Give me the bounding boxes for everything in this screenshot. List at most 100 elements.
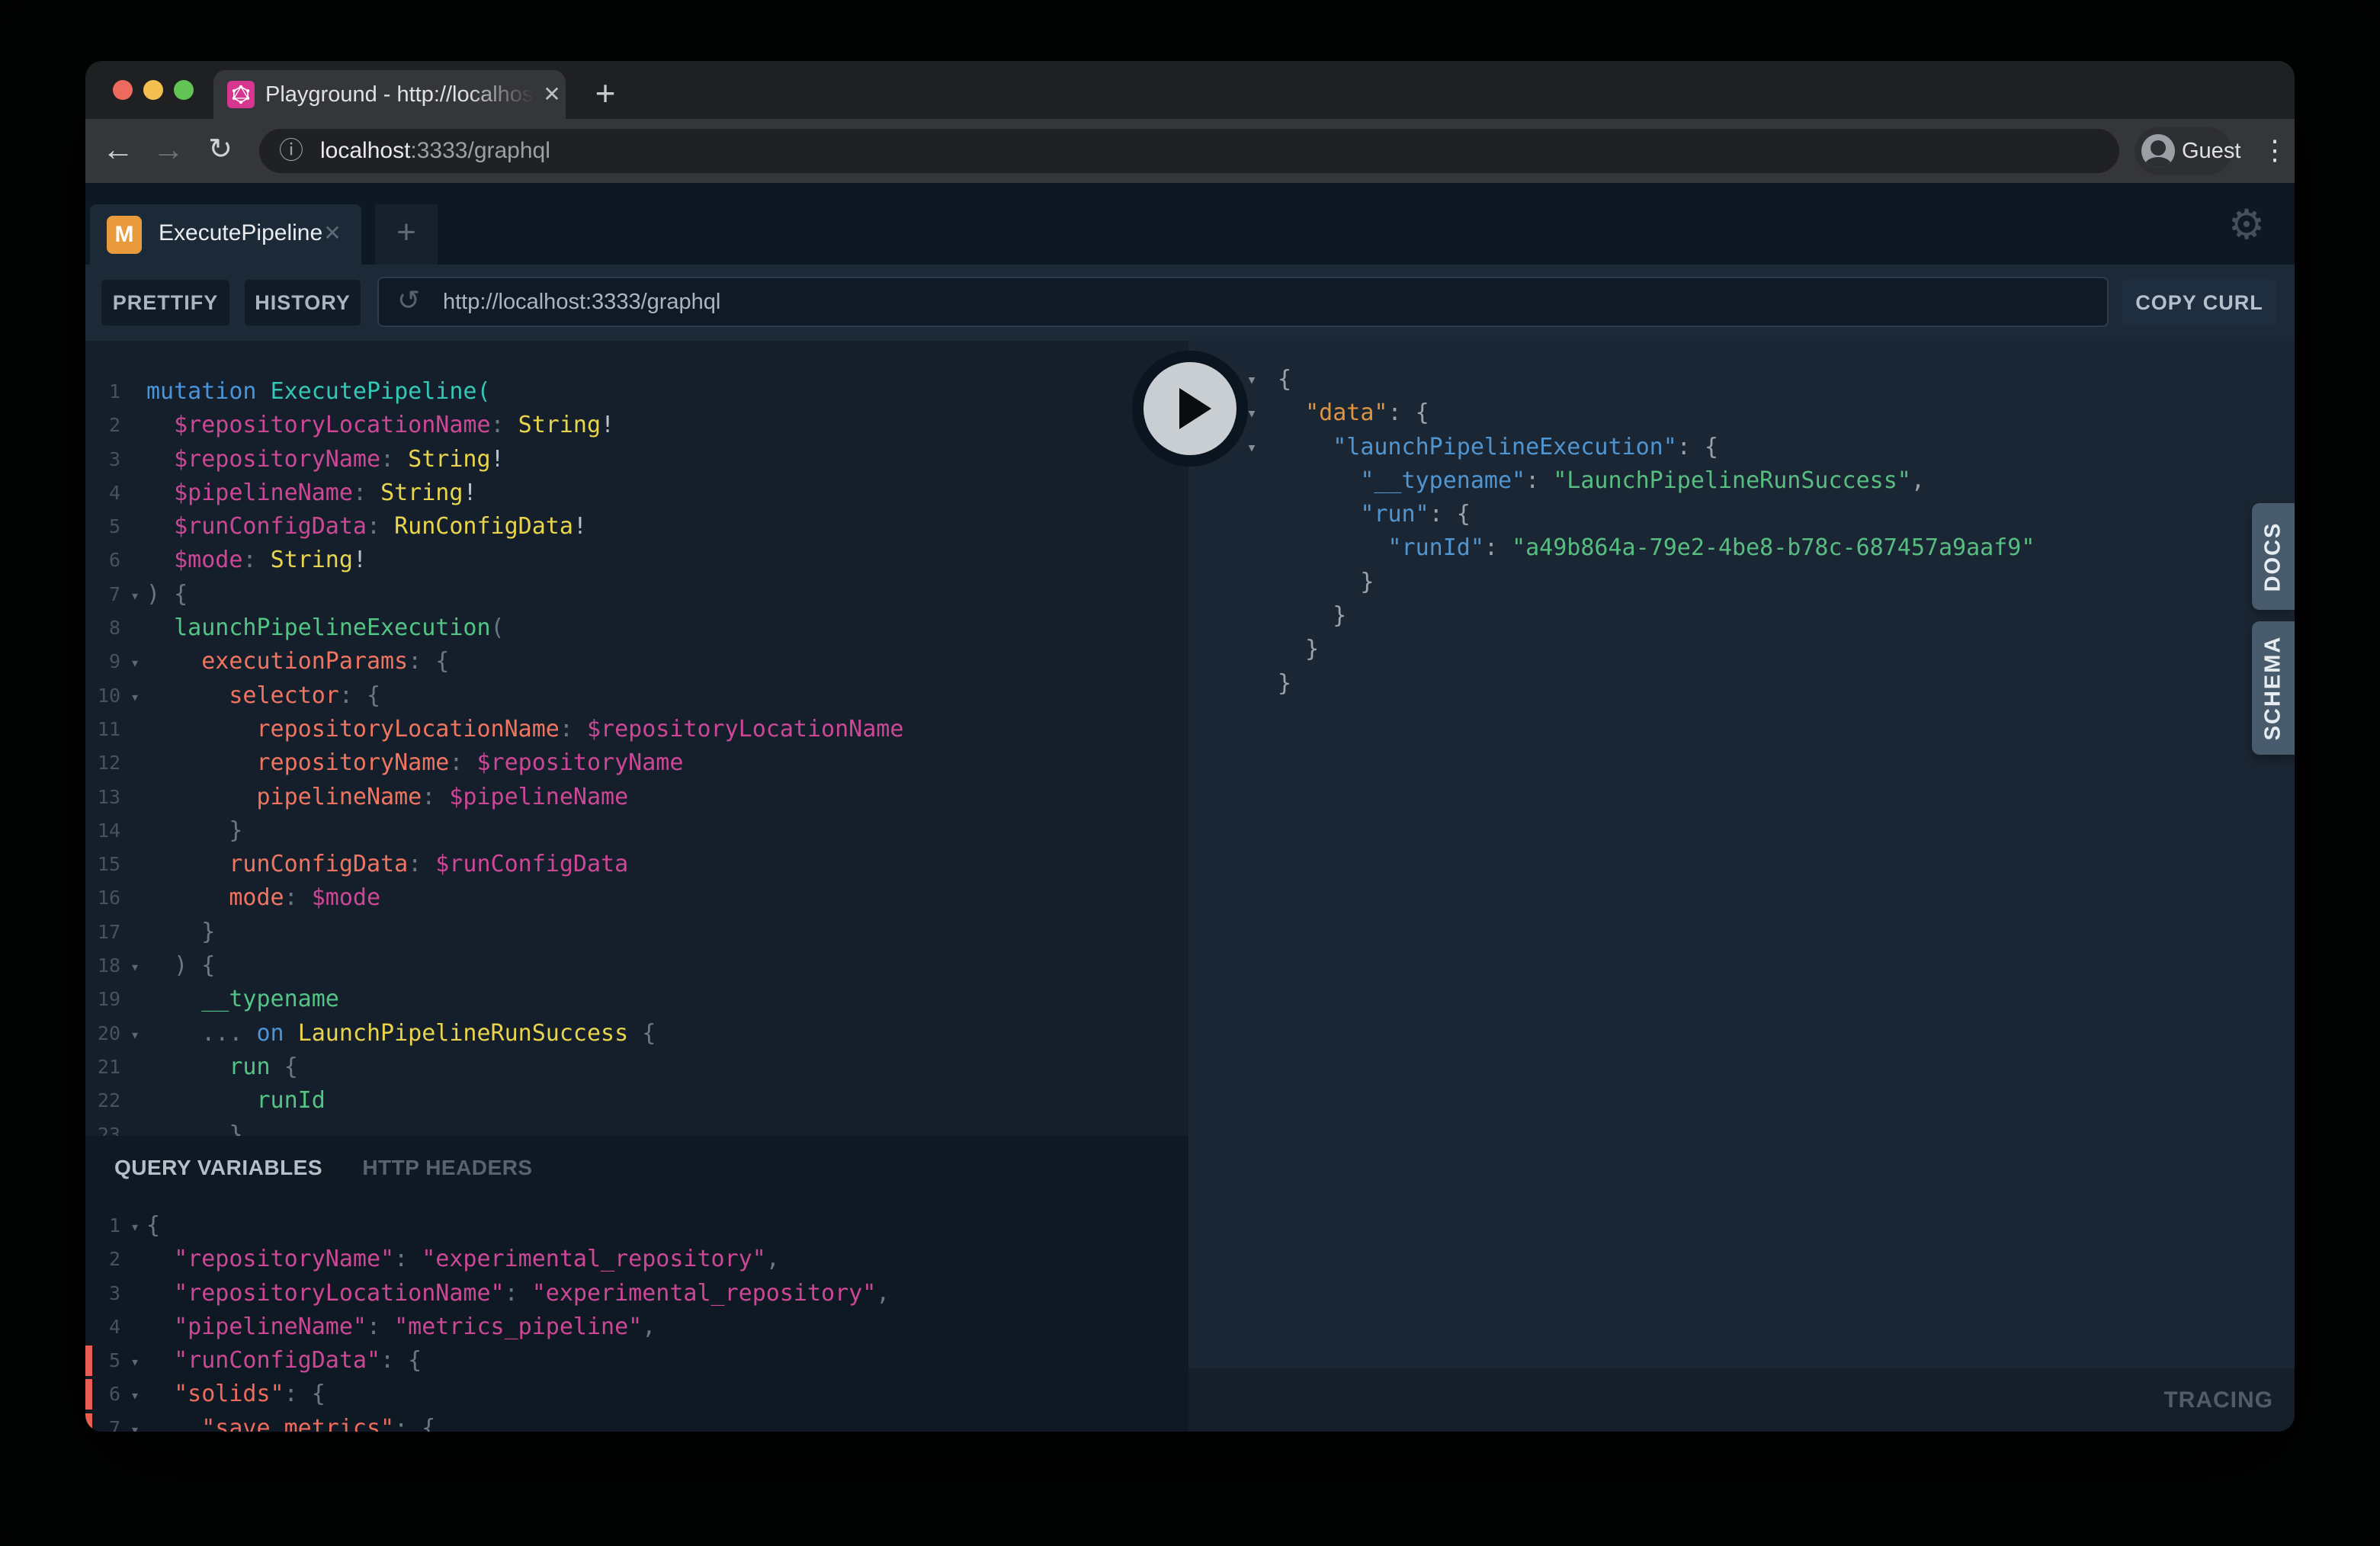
- endpoint-input[interactable]: ↺ http://localhost:3333/graphql: [377, 277, 2109, 327]
- line-number: 12: [85, 746, 120, 780]
- code-token: : {: [1429, 501, 1471, 528]
- fold-arrow-icon[interactable]: ▾: [125, 1210, 145, 1243]
- code-token: {: [146, 1212, 160, 1239]
- code-line: 18▾ ) {: [85, 949, 1188, 983]
- fold-arrow-icon[interactable]: ▾: [125, 579, 145, 612]
- line-number: 6: [85, 544, 120, 577]
- browser-menu-icon[interactable]: ⋮: [2255, 119, 2295, 183]
- code-token: String: [408, 446, 490, 473]
- tab-close-icon[interactable]: ✕: [538, 70, 566, 119]
- code-token: : {: [1677, 434, 1718, 460]
- schema-label: SCHEMA: [2261, 636, 2286, 741]
- code-token: "repositoryLocationName": [146, 1280, 505, 1307]
- code-token: "runConfigData": [146, 1347, 380, 1374]
- query-editor[interactable]: 1mutation ExecutePipeline(2 $repositoryL…: [85, 341, 1188, 1136]
- line-number: 21: [85, 1050, 120, 1084]
- response-line: }: [1188, 633, 2295, 666]
- settings-gear-icon[interactable]: ⚙: [2220, 197, 2273, 253]
- prettify-button[interactable]: PRETTIFY: [101, 280, 229, 326]
- fold-arrow-icon[interactable]: ▾: [125, 950, 145, 983]
- code-token: :: [1525, 467, 1553, 494]
- code-token: $pipelineName: [146, 480, 353, 506]
- new-tab-button[interactable]: +: [581, 70, 630, 119]
- code-line: 10▾ selector: {: [85, 679, 1188, 713]
- docs-label: DOCS: [2261, 521, 2286, 592]
- fold-arrow-icon[interactable]: ▾: [125, 680, 145, 714]
- line-number: 3: [85, 1277, 120, 1310]
- line-number: 10: [85, 679, 120, 713]
- fold-arrow-icon[interactable]: ▾: [125, 1413, 145, 1432]
- code-token: String: [518, 412, 601, 438]
- docs-side-tab[interactable]: DOCS: [2252, 503, 2295, 610]
- new-session-button[interactable]: +: [375, 204, 438, 265]
- line-number: 7: [85, 578, 120, 611]
- code-token: runId: [146, 1087, 326, 1114]
- code-token: : {: [394, 1415, 435, 1432]
- back-icon[interactable]: ←: [95, 119, 142, 183]
- address-bar[interactable]: ⓘ localhost:3333/graphql: [259, 129, 2119, 173]
- response-line: ▾ "data": {: [1188, 396, 2295, 430]
- tab-title-fade: [465, 70, 534, 119]
- code-token: :: [408, 851, 435, 877]
- code-token: :: [242, 547, 270, 573]
- code-line: 17 }: [85, 916, 1188, 949]
- variables-editor-lines[interactable]: 1▾{2 "repositoryName": "experimental_rep…: [85, 1209, 1188, 1432]
- code-token: ...: [146, 1020, 257, 1047]
- code-token: :: [560, 716, 587, 743]
- code-line: 15 runConfigData: $runConfigData: [85, 848, 1188, 881]
- line-number: 23: [85, 1118, 120, 1136]
- fold-arrow-icon[interactable]: ▾: [125, 646, 145, 679]
- code-token: "run": [1278, 501, 1429, 528]
- code-token: $repositoryLocationName: [587, 716, 903, 743]
- fold-arrow-icon[interactable]: ▾: [125, 1345, 145, 1378]
- forward-icon[interactable]: →: [145, 119, 192, 183]
- session-tab-title: ExecutePipeline: [159, 204, 322, 265]
- browser-tab[interactable]: Playground - http://localhost:3 ✕: [213, 70, 566, 119]
- profile-button[interactable]: Guest: [2135, 127, 2232, 175]
- schema-side-tab[interactable]: SCHEMA: [2252, 621, 2295, 755]
- line-number: 11: [85, 713, 120, 746]
- minimize-window-button[interactable]: [143, 80, 163, 100]
- code-token: !: [573, 513, 587, 540]
- tab-query-variables[interactable]: QUERY VARIABLES: [114, 1156, 322, 1179]
- code-token: : {: [284, 1381, 326, 1407]
- fold-arrow-icon[interactable]: ▾: [125, 1018, 145, 1051]
- zoom-window-button[interactable]: [174, 80, 194, 100]
- code-token: {: [1278, 366, 1291, 393]
- history-button[interactable]: HISTORY: [245, 280, 361, 326]
- fold-arrow-icon[interactable]: ▾: [1242, 431, 1262, 465]
- line-number: 16: [85, 881, 120, 915]
- code-token: !: [463, 480, 476, 506]
- code-token: :: [394, 1246, 422, 1272]
- reload-icon[interactable]: ↻: [197, 119, 244, 183]
- code-line: 19 __typename: [85, 983, 1188, 1016]
- code-token: "launchPipelineExecution": [1278, 434, 1677, 460]
- copy-curl-button[interactable]: COPY CURL: [2122, 280, 2276, 326]
- code-token: :: [491, 412, 518, 438]
- execute-play-button[interactable]: [1132, 351, 1248, 467]
- close-window-button[interactable]: [113, 80, 133, 100]
- fold-arrow-icon[interactable]: ▾: [125, 1378, 145, 1412]
- code-token: :: [422, 784, 449, 810]
- line-number: 19: [85, 983, 120, 1016]
- browser-window: Playground - http://localhost:3 ✕ + ← → …: [85, 61, 2295, 1432]
- tracing-bar[interactable]: TRACING: [1188, 1368, 2295, 1432]
- code-token: LaunchPipelineRunSuccess: [298, 1020, 643, 1047]
- site-info-icon[interactable]: ⓘ: [279, 129, 303, 173]
- replay-icon[interactable]: ↺: [397, 278, 420, 326]
- session-tab-executepipeline[interactable]: M ExecutePipeline ✕: [90, 204, 361, 265]
- code-line: 22 runId: [85, 1084, 1188, 1118]
- code-token: "experimental_repository": [422, 1246, 766, 1272]
- line-number: 20: [85, 1017, 120, 1050]
- line-number: 3: [85, 443, 120, 476]
- tab-http-headers[interactable]: HTTP HEADERS: [362, 1156, 532, 1179]
- response-line: "runId": "a49b864a-79e2-4be8-b78c-687457…: [1188, 531, 2295, 565]
- line-number: 2: [85, 409, 120, 442]
- code-token: String: [380, 480, 463, 506]
- code-token: "a49b864a-79e2-4be8-b78c-687457a9aaf9": [1512, 534, 2035, 561]
- session-close-icon[interactable]: ✕: [316, 204, 349, 265]
- code-token: "experimental_repository": [532, 1280, 877, 1307]
- code-token: : {: [408, 648, 449, 675]
- code-token: }: [1278, 569, 1374, 595]
- response-line: ▾{: [1188, 363, 2295, 396]
